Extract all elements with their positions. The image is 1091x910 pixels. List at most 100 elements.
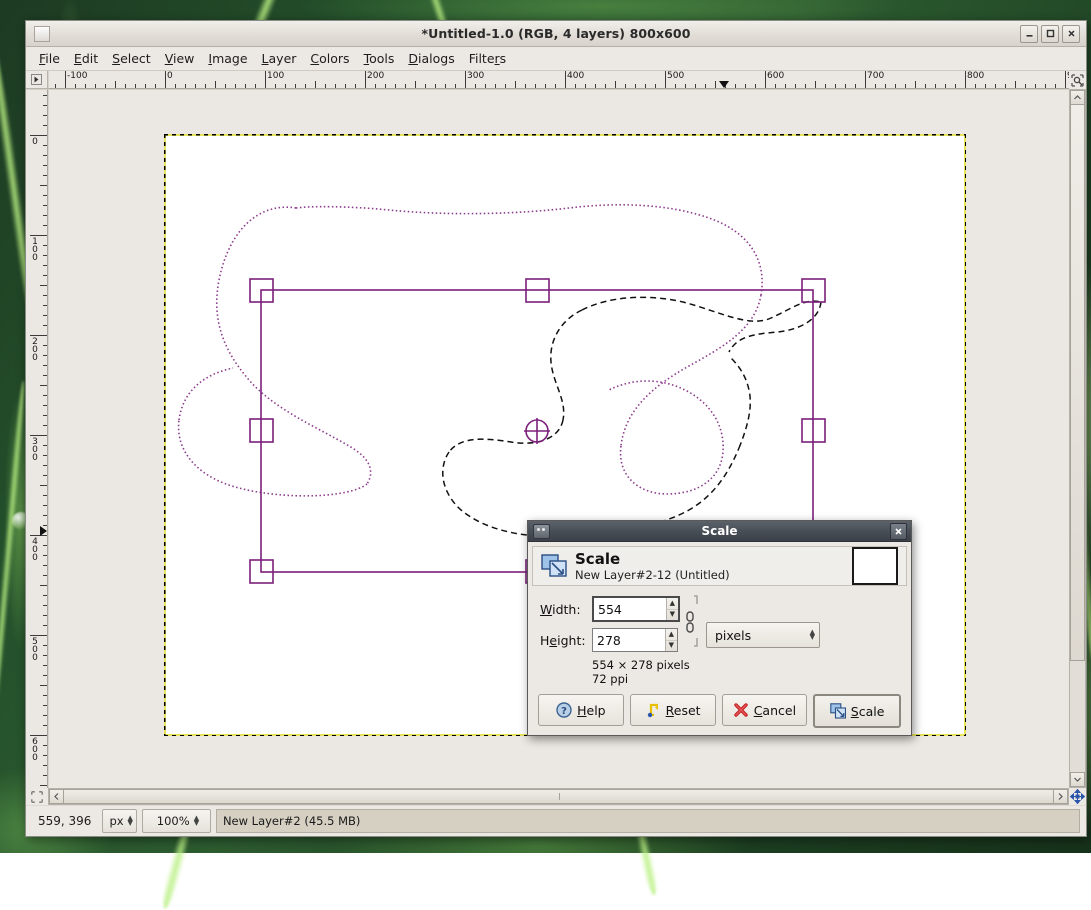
gimp-wilber-icon	[533, 523, 550, 539]
ruler-tick	[1045, 84, 1046, 88]
ruler-label: 600	[767, 71, 785, 81]
scroll-left-button[interactable]	[49, 789, 64, 804]
cancel-icon	[733, 702, 749, 718]
height-input[interactable]	[593, 629, 665, 651]
ruler-tick	[43, 775, 47, 776]
horizontal-ruler[interactable]: -100 0 100 200 300 400 500 600 700 800 900	[48, 71, 1069, 89]
ruler-tick	[43, 575, 47, 576]
reset-icon	[645, 702, 661, 718]
ruler-tick	[935, 84, 936, 88]
ruler-tick	[215, 81, 216, 88]
ruler-tick	[155, 84, 156, 88]
horizontal-scroll-thumb[interactable]	[63, 789, 1054, 804]
menu-layer[interactable]: Layer	[255, 49, 304, 68]
height-decrement-icon[interactable]: ▼	[666, 641, 677, 652]
height-spinbox[interactable]: ▲ ▼	[592, 628, 678, 652]
width-spinbox[interactable]: ▲ ▼	[592, 596, 680, 622]
gimp-wilber-icon	[34, 25, 50, 42]
ruler-tick	[415, 81, 416, 88]
zoom-selector[interactable]: 100% ▲ ▼	[141, 809, 211, 833]
maximize-icon[interactable]	[1041, 24, 1059, 43]
unit-selector[interactable]: px ▲ ▼	[102, 809, 137, 833]
ruler-tick	[365, 71, 366, 88]
menu-colors[interactable]: Colors	[303, 49, 356, 68]
ruler-tick	[43, 715, 47, 716]
ruler-tick	[43, 665, 47, 666]
ruler-tick	[485, 84, 486, 88]
menu-select[interactable]: Select	[105, 49, 158, 68]
ruler-label: 300	[30, 437, 40, 461]
ruler-tick	[695, 84, 696, 88]
scroll-down-button[interactable]	[1070, 772, 1085, 787]
height-stepper[interactable]: ▲ ▼	[664, 629, 677, 652]
ruler-tick	[43, 95, 47, 96]
ruler-label: 400	[567, 71, 585, 81]
ruler-tick	[765, 71, 766, 88]
broken-chain-icon[interactable]	[684, 594, 698, 648]
ruler-tick	[865, 71, 866, 88]
scroll-right-button[interactable]	[1053, 789, 1068, 804]
scale-layer-dialog[interactable]: Scale Scale New Layer#2-12 (Untitled) Wi…	[527, 520, 912, 736]
ruler-tick	[385, 84, 386, 88]
menubar[interactable]: File Edit Select View Image Layer Colors…	[26, 47, 1086, 71]
ruler-tick	[205, 84, 206, 88]
menu-dialogs[interactable]: Dialogs	[401, 49, 461, 68]
reset-button[interactable]: Reset	[629, 694, 716, 726]
dialog-titlebar[interactable]: Scale	[528, 521, 911, 542]
scroll-up-button[interactable]	[1070, 90, 1085, 105]
quickmask-toggle-icon[interactable]	[26, 788, 48, 805]
width-increment-icon[interactable]: ▲	[666, 598, 678, 610]
menu-image[interactable]: Image	[201, 49, 254, 68]
dialog-close-icon[interactable]	[890, 522, 907, 540]
close-icon[interactable]	[1062, 24, 1080, 43]
menu-view[interactable]: View	[158, 49, 202, 68]
ruler-tick	[30, 235, 47, 236]
navigation-preview-icon[interactable]	[1069, 71, 1086, 89]
move-all-windows-icon[interactable]	[1069, 788, 1086, 805]
ruler-tick	[43, 275, 47, 276]
width-stepper[interactable]: ▲ ▼	[665, 598, 678, 621]
unit-combo[interactable]: pixels ▲ ▼	[706, 622, 820, 648]
menu-edit[interactable]: Edit	[67, 49, 105, 68]
ruler-tick	[95, 84, 96, 88]
ruler-tick	[985, 84, 986, 88]
ruler-tick	[135, 84, 136, 88]
ruler-tick	[40, 185, 47, 186]
reset-button-label: Reset	[665, 702, 701, 718]
ruler-tick	[255, 84, 256, 88]
help-icon: ?	[556, 702, 572, 718]
ruler-unit-menu-button[interactable]	[26, 71, 48, 89]
dialog-heading: Scale	[575, 549, 621, 568]
menu-file[interactable]: File	[32, 49, 67, 68]
ruler-tick	[43, 405, 47, 406]
ruler-tick	[43, 555, 47, 556]
horizontal-scrollbar[interactable]	[48, 788, 1069, 805]
ruler-tick	[505, 84, 506, 88]
ruler-tick	[665, 71, 666, 88]
ruler-tick	[85, 84, 86, 88]
cancel-button[interactable]: Cancel	[721, 694, 808, 726]
vertical-ruler[interactable]: 0 100 200 300 400 500 600	[26, 89, 48, 788]
ruler-tick	[43, 205, 47, 206]
menu-filters[interactable]: Filters	[462, 49, 513, 68]
help-button[interactable]: ? Help	[538, 694, 624, 726]
ruler-tick	[715, 81, 716, 88]
ruler-tick	[43, 595, 47, 596]
ruler-tick	[425, 84, 426, 88]
vertical-scroll-thumb[interactable]	[1070, 104, 1085, 661]
ruler-tick	[755, 84, 756, 88]
ruler-tick	[105, 84, 106, 88]
minimize-icon[interactable]	[1020, 24, 1038, 43]
ruler-tick	[685, 84, 686, 88]
width-decrement-icon[interactable]: ▼	[667, 610, 678, 621]
scale-button[interactable]: Scale	[813, 694, 901, 728]
ruler-tick	[30, 135, 47, 136]
window-controls	[1020, 24, 1080, 43]
window-titlebar[interactable]: *Untitled-1.0 (RGB, 4 layers) 800x600	[26, 21, 1086, 47]
unit-combo-value: pixels	[715, 627, 752, 643]
height-increment-icon[interactable]: ▲	[665, 629, 677, 641]
menu-tools[interactable]: Tools	[357, 49, 402, 68]
width-input[interactable]	[594, 598, 666, 620]
ruler-tick	[565, 71, 566, 88]
vertical-scrollbar[interactable]	[1069, 89, 1086, 788]
